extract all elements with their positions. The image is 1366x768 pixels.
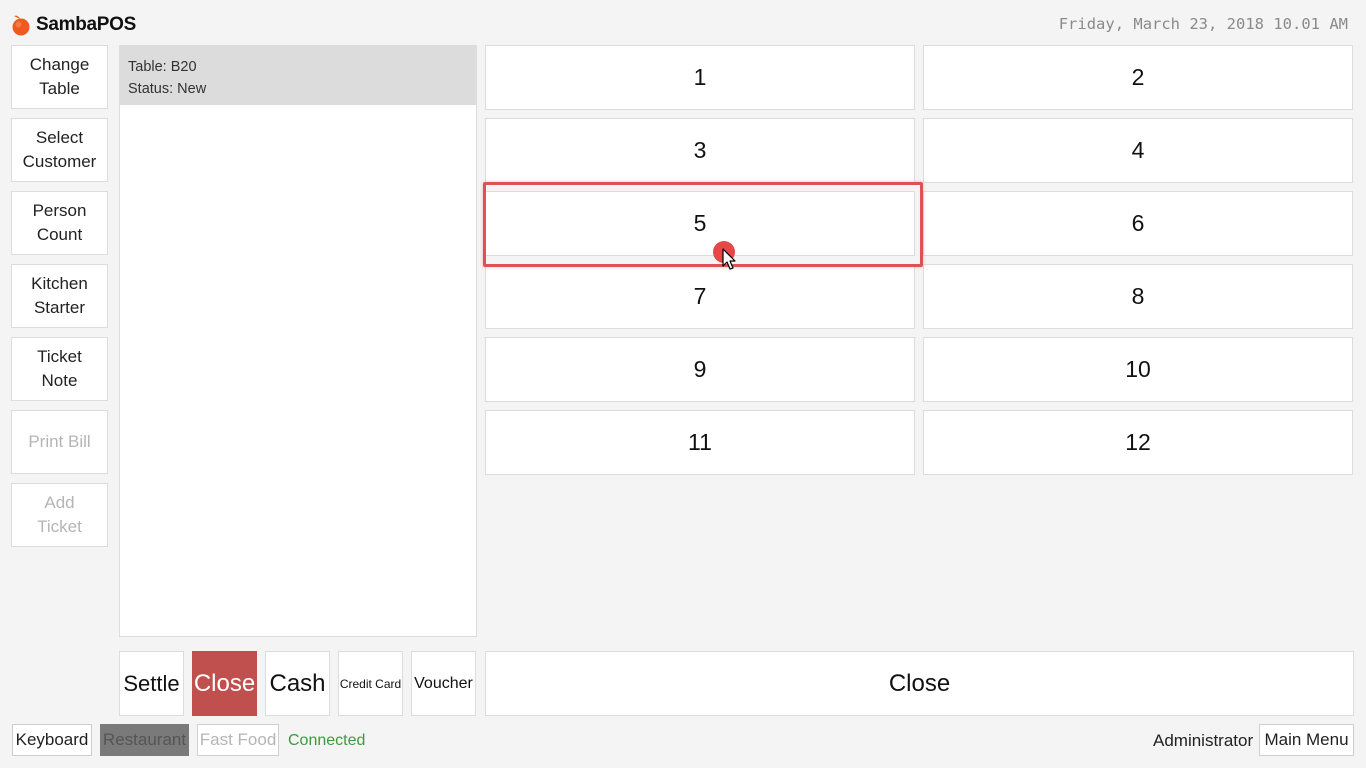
number-button-10[interactable]: 10 [923, 337, 1353, 402]
add-ticket-button[interactable]: Add Ticket [11, 483, 108, 547]
mouse-cursor-icon [722, 248, 736, 270]
app-name: SambaPOS [36, 14, 137, 35]
ticket-note-button[interactable]: Ticket Note [11, 337, 108, 401]
cash-button[interactable]: Cash [265, 651, 330, 716]
fast-food-button[interactable]: Fast Food [197, 724, 279, 756]
person-count-button[interactable]: Person Count [11, 191, 108, 255]
number-button-4[interactable]: 4 [923, 118, 1353, 183]
restaurant-button[interactable]: Restaurant [100, 724, 189, 756]
number-button-12[interactable]: 12 [923, 410, 1353, 475]
ticket-status-label: Status: New [128, 81, 207, 97]
settle-button[interactable]: Settle [119, 651, 184, 716]
print-bill-button[interactable]: Print Bill [11, 410, 108, 474]
number-button-1[interactable]: 1 [485, 45, 915, 110]
keyboard-button[interactable]: Keyboard [12, 724, 92, 756]
number-button-6[interactable]: 6 [923, 191, 1353, 256]
main-menu-button[interactable]: Main Menu [1259, 724, 1354, 756]
number-button-9[interactable]: 9 [485, 337, 915, 402]
change-table-button[interactable]: Change Table [11, 45, 108, 109]
ticket-table-label: Table: B20 [128, 59, 197, 75]
credit-card-button[interactable]: Credit Card [338, 651, 403, 716]
connection-status: Connected [288, 732, 366, 749]
number-button-3[interactable]: 3 [485, 118, 915, 183]
close-button[interactable]: Close [485, 651, 1354, 716]
kitchen-starter-button[interactable]: Kitchen Starter [11, 264, 108, 328]
number-button-2[interactable]: 2 [923, 45, 1353, 110]
voucher-button[interactable]: Voucher [411, 651, 476, 716]
number-button-7[interactable]: 7 [485, 264, 915, 329]
user-name: Administrator [1153, 731, 1254, 750]
ticket-header: Table: B20 Status: New [120, 46, 476, 105]
ticket-panel: Table: B20 Status: New [119, 45, 477, 637]
sambapos-logo-icon [12, 15, 30, 36]
close-ticket-button[interactable]: Close [192, 651, 257, 716]
app-logo: SambaPOS [10, 12, 136, 38]
number-button-11[interactable]: 11 [485, 410, 915, 475]
select-customer-button[interactable]: Select Customer [11, 118, 108, 182]
datetime-display: Friday, March 23, 2018 10.01 AM [1058, 15, 1348, 33]
number-button-8[interactable]: 8 [923, 264, 1353, 329]
number-button-5[interactable]: 5 [485, 191, 915, 256]
